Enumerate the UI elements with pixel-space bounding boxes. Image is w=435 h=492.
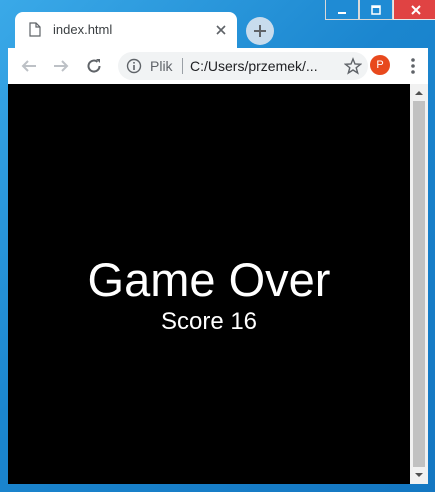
- window-controls: [325, 0, 435, 20]
- back-button[interactable]: [18, 55, 40, 77]
- profile-avatar[interactable]: P: [370, 55, 390, 75]
- close-window-button[interactable]: [393, 0, 435, 20]
- reload-icon: [87, 59, 101, 73]
- more-menu-icon[interactable]: [406, 56, 420, 76]
- plus-icon: [254, 25, 266, 37]
- maximize-button[interactable]: [359, 0, 393, 20]
- address-bar[interactable]: Plik C:/Users/przemek/...: [118, 52, 368, 80]
- scheme-label: Plik: [150, 58, 173, 74]
- close-icon: [411, 4, 421, 15]
- arrow-right-icon: [54, 60, 69, 72]
- browser-tab[interactable]: index.html: [15, 12, 237, 48]
- info-icon[interactable]: [126, 58, 142, 74]
- scroll-down-arrow-icon[interactable]: [414, 470, 424, 480]
- omnibox-divider: [182, 58, 183, 74]
- tab-close-icon[interactable]: [213, 22, 229, 38]
- reload-button[interactable]: [83, 55, 105, 77]
- star-icon[interactable]: [344, 57, 362, 75]
- forward-button[interactable]: [50, 55, 72, 77]
- minimize-icon: [338, 11, 346, 14]
- arrow-left-icon: [21, 60, 36, 72]
- game-canvas[interactable]: Game Over Score 16: [8, 84, 410, 484]
- maximize-icon: [371, 4, 381, 15]
- vertical-scrollbar[interactable]: [410, 84, 428, 484]
- url-text[interactable]: C:/Users/przemek/...: [190, 58, 318, 74]
- browser-toolbar: Plik C:/Users/przemek/... P: [8, 48, 428, 84]
- minimize-button[interactable]: [325, 0, 359, 20]
- score-text: Score 16: [160, 308, 258, 335]
- scrollbar-thumb[interactable]: [413, 101, 425, 467]
- scroll-up-arrow-icon[interactable]: [414, 88, 424, 98]
- page-icon: [29, 22, 41, 37]
- new-tab-button[interactable]: [246, 17, 274, 45]
- game-over-title: Game Over: [87, 253, 331, 306]
- tab-title: index.html: [53, 22, 113, 37]
